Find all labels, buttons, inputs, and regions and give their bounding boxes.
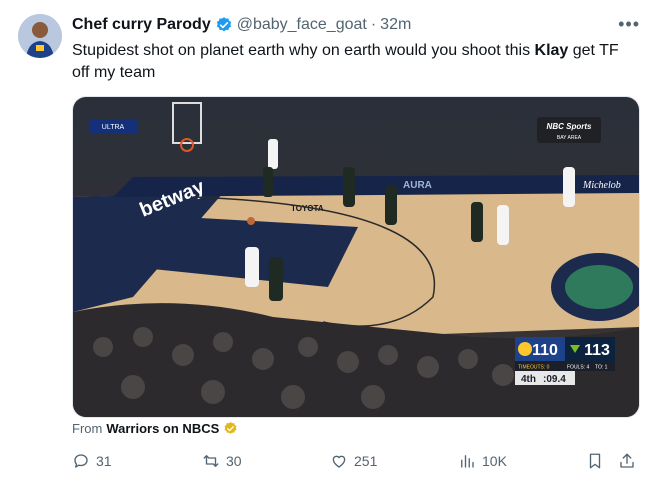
gold-verified-badge-icon [224, 421, 237, 434]
source-name[interactable]: Warriors on NBCS [106, 421, 219, 436]
separator-dot: · [370, 16, 377, 33]
author-handle[interactable]: @baby_face_goat [237, 16, 367, 34]
reply-icon [74, 454, 88, 468]
home-score: 110 [532, 342, 558, 359]
more-options-icon[interactable]: ••• [618, 14, 640, 35]
bookmark-icon [589, 453, 601, 469]
media-source: From Warriors on NBCS [72, 421, 238, 436]
like-button[interactable]: 251 [330, 452, 377, 470]
retweet-button[interactable]: 30 [202, 452, 242, 470]
reply-count: 31 [96, 453, 112, 469]
away-score: 113 [584, 342, 610, 359]
avatar[interactable] [18, 14, 62, 58]
away-fouls: FOULS: 4 [567, 365, 589, 371]
reply-button[interactable]: 31 [72, 452, 112, 470]
like-count: 251 [354, 453, 378, 469]
tweet-card[interactable]: Chef curry Parody @baby_face_goat · 32m … [0, 0, 660, 486]
game-clock: :09.4 [543, 374, 566, 385]
scoreboard: 110 113 TIMEOUTS: 0 FOULS: 4 TO: 1 4th :… [515, 337, 615, 389]
broadcaster-logo-sub: BAY AREA [557, 135, 582, 141]
home-timeouts: TIMEOUTS: 0 [518, 365, 550, 371]
broadcaster-logo: NBC Sports [547, 122, 592, 131]
tweet-text-start: Stupidest shot on planet earth why on ea… [72, 42, 535, 59]
retweet-count: 30 [226, 453, 242, 469]
bookmark-button[interactable] [586, 452, 604, 470]
game-period: 4th [521, 374, 536, 385]
court-text-aura: AURA [403, 180, 432, 191]
analytics-icon [461, 455, 474, 468]
timestamp[interactable]: 32m [380, 16, 411, 34]
action-bar: 31 30 251 10K [72, 452, 638, 476]
retweet-icon [203, 455, 219, 467]
tweet-text-bold: Klay [534, 42, 569, 59]
author-name[interactable]: Chef curry Parody [72, 16, 211, 34]
tweet-text: Stupidest shot on planet earth why on ea… [72, 40, 638, 84]
share-icon [620, 453, 634, 468]
tweet-header: Chef curry Parody @baby_face_goat · 32m [72, 14, 640, 36]
away-to: TO: 1 [595, 365, 608, 371]
court-text-michelob: Michelob [582, 180, 621, 191]
share-button[interactable] [618, 452, 636, 470]
view-count: 10K [482, 453, 507, 469]
video-media[interactable]: AURA Michelob TOYOTA betway ULTRA NBC Sp… [72, 96, 640, 418]
views-button[interactable]: 10K [458, 452, 507, 470]
court-text-ultra: ULTRA [102, 124, 125, 131]
heart-icon [332, 455, 346, 468]
source-prefix: From [72, 421, 103, 436]
verified-badge-icon [216, 17, 231, 32]
